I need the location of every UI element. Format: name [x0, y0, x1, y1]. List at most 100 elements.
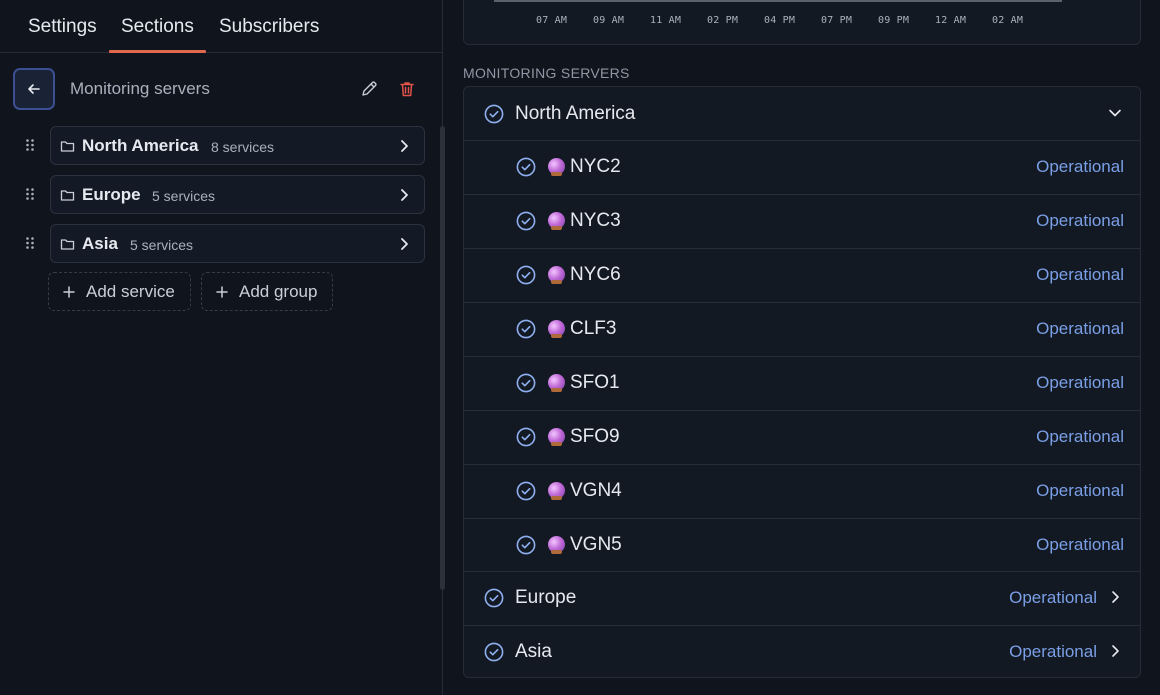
preview-group-europe[interactable]: Europe Operational — [464, 571, 1140, 625]
chart-baseline — [494, 0, 1062, 2]
service-name: SFO9 — [570, 426, 620, 447]
crystal-ball-icon — [548, 266, 565, 284]
active-tab-indicator — [109, 50, 206, 53]
crystal-ball-icon — [548, 320, 565, 338]
service-name: VGN5 — [570, 534, 622, 555]
back-button[interactable] — [13, 68, 55, 110]
chart-tick-label: 12 AM — [935, 15, 967, 26]
service-name: CLF3 — [570, 318, 617, 339]
group-row-europe[interactable]: Europe 5 services — [50, 175, 425, 214]
preview-group-asia[interactable]: Asia Operational — [464, 625, 1140, 677]
drag-handle-icon[interactable] — [24, 187, 36, 201]
service-row-nyc3: NYC3 Operational — [464, 194, 1140, 248]
service-name: VGN4 — [570, 480, 622, 501]
chevron-right-icon[interactable] — [1108, 644, 1122, 658]
drag-handle-icon[interactable] — [24, 236, 36, 250]
group-name: North America — [82, 136, 199, 155]
group-service-count: 5 services — [152, 188, 216, 204]
edit-section-button[interactable] — [358, 78, 380, 100]
tab-settings[interactable]: Settings — [28, 16, 97, 38]
uptime-chart-card: 07 AM 09 AM 11 AM 02 PM 04 PM 07 PM 09 P… — [463, 0, 1141, 45]
service-name: NYC6 — [570, 264, 621, 285]
service-row-clf3: CLF3 Operational — [464, 302, 1140, 356]
crystal-ball-icon — [548, 428, 565, 446]
check-circle-icon — [516, 211, 536, 231]
service-row-nyc2: NYC2 Operational — [464, 140, 1140, 194]
check-circle-icon — [516, 481, 536, 501]
group-service-count: 8 services — [211, 139, 275, 155]
service-status: Operational — [1036, 157, 1124, 176]
check-circle-icon — [484, 642, 504, 662]
chart-tick-label: 04 PM — [764, 15, 796, 26]
chevron-right-icon — [401, 238, 408, 250]
preview-group-status: Operational — [1009, 642, 1097, 661]
chart-tick-label: 11 AM — [650, 15, 682, 26]
section-title: Monitoring servers — [70, 79, 210, 98]
chart-tick-label: 02 AM — [992, 15, 1024, 26]
check-circle-icon — [516, 535, 536, 555]
service-name: NYC3 — [570, 210, 621, 231]
chart-tick-label: 07 PM — [821, 15, 853, 26]
folder-icon — [60, 190, 75, 201]
preview-group-name: North America — [515, 103, 636, 124]
add-service-button[interactable]: Add service — [48, 272, 191, 311]
chevron-down-icon[interactable] — [1108, 106, 1122, 120]
tab-subscribers[interactable]: Subscribers — [219, 16, 319, 38]
crystal-ball-icon — [548, 482, 565, 500]
delete-section-button[interactable] — [396, 78, 418, 100]
sections-editor-panel: Settings Sections Subscribers Monitoring… — [0, 0, 445, 695]
crystal-ball-icon — [548, 212, 565, 230]
preview-section-label: MONITORING SERVERS — [463, 65, 630, 81]
service-status: Operational — [1036, 319, 1124, 338]
add-service-label: Add service — [86, 281, 175, 301]
check-circle-icon — [484, 588, 504, 608]
folder-icon — [60, 141, 75, 152]
check-circle-icon — [516, 157, 536, 177]
scrollbar[interactable] — [440, 126, 445, 590]
service-status: Operational — [1036, 535, 1124, 554]
drag-handle-icon[interactable] — [24, 138, 36, 152]
check-circle-icon — [516, 319, 536, 339]
group-service-count: 5 services — [130, 237, 194, 253]
chart-tick-label: 02 PM — [707, 15, 739, 26]
group-name: Europe — [82, 185, 141, 204]
service-row-vgn5: VGN5 Operational — [464, 518, 1140, 572]
chevron-right-icon — [401, 189, 408, 201]
check-circle-icon — [516, 427, 536, 447]
chart-tick-label: 09 PM — [878, 15, 910, 26]
preview-group-name: Asia — [515, 641, 552, 662]
folder-icon — [60, 239, 75, 250]
crystal-ball-icon — [548, 374, 565, 392]
chevron-right-icon[interactable] — [1108, 590, 1122, 604]
service-row-vgn4: VGN4 Operational — [464, 464, 1140, 518]
service-name: NYC2 — [570, 156, 621, 177]
check-circle-icon — [516, 265, 536, 285]
chevron-right-icon — [401, 140, 408, 152]
crystal-ball-icon — [548, 158, 565, 176]
crystal-ball-icon — [548, 536, 565, 554]
service-row-nyc6: NYC6 Operational — [464, 248, 1140, 302]
preview-services-card: North America NYC2 Operational NYC3 Oper… — [463, 86, 1141, 678]
arrow-left-icon — [28, 84, 40, 94]
tab-sections[interactable]: Sections — [121, 16, 194, 38]
tab-bar: Settings Sections Subscribers — [0, 0, 443, 53]
service-status: Operational — [1036, 265, 1124, 284]
group-name: Asia — [82, 234, 118, 253]
chart-tick-label: 07 AM — [536, 15, 568, 26]
group-row-asia[interactable]: Asia 5 services — [50, 224, 425, 263]
preview-group-status: Operational — [1009, 588, 1097, 607]
service-row-sfo1: SFO1 Operational — [464, 356, 1140, 410]
plus-icon — [63, 285, 75, 298]
service-status: Operational — [1036, 481, 1124, 500]
service-row-sfo9: SFO9 Operational — [464, 410, 1140, 464]
check-circle-icon — [516, 373, 536, 393]
group-row-north-america[interactable]: North America 8 services — [50, 126, 425, 165]
plus-icon — [216, 285, 228, 298]
check-circle-icon — [484, 104, 504, 124]
trash-icon — [400, 82, 414, 97]
service-name: SFO1 — [570, 372, 620, 393]
add-group-button[interactable]: Add group — [201, 272, 333, 311]
add-group-label: Add group — [239, 281, 318, 301]
preview-group-north-america[interactable]: North America — [464, 87, 1140, 141]
pencil-icon — [362, 81, 377, 96]
